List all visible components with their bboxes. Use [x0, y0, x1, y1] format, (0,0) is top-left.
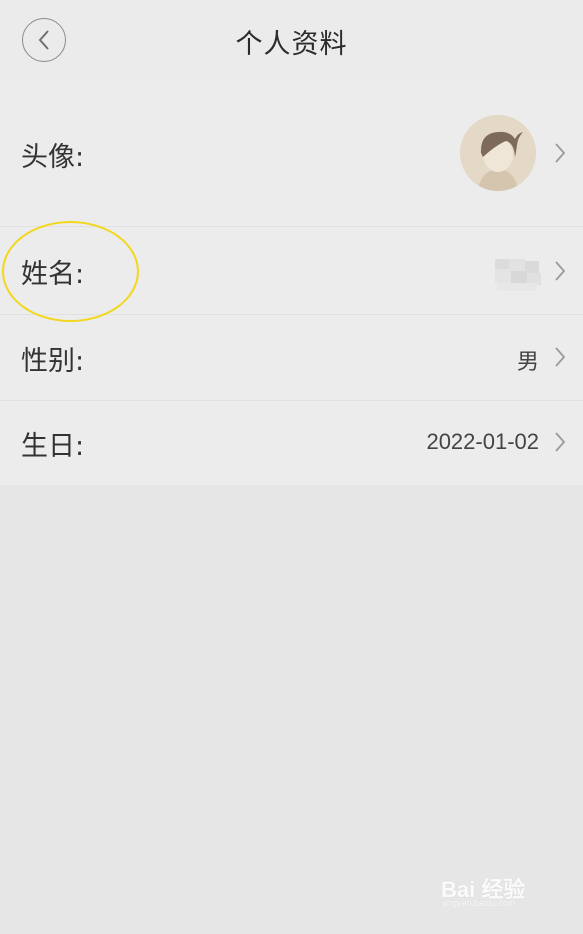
chevron-right-icon [555, 261, 566, 281]
gender-label: 性别: [21, 346, 85, 377]
chevron-right-icon [555, 432, 566, 452]
page-title: 个人资料 [235, 29, 348, 60]
avatar-row[interactable]: 头像: [0, 82, 583, 227]
birthday-label: 生日: [21, 431, 85, 462]
birthday-row[interactable]: 生日: 2022-01-02 [0, 401, 583, 485]
gender-row[interactable]: 性别: 男 [0, 315, 583, 401]
birthday-value: 2022-01-02 [426, 429, 539, 454]
avatar-label: 头像: [21, 142, 85, 173]
chevron-right-icon [555, 143, 566, 163]
watermark-subtext: jingyan.baidu.com [443, 898, 516, 908]
highlight-circle [2, 221, 139, 322]
chevron-right-icon [555, 347, 566, 367]
gender-value: 男 [516, 349, 539, 374]
header-bar: 个人资料 [0, 0, 583, 82]
avatar [460, 115, 536, 191]
watermark: Bai 经验 jingyan.baidu.com [441, 872, 551, 912]
redacted-name-value [495, 259, 541, 291]
